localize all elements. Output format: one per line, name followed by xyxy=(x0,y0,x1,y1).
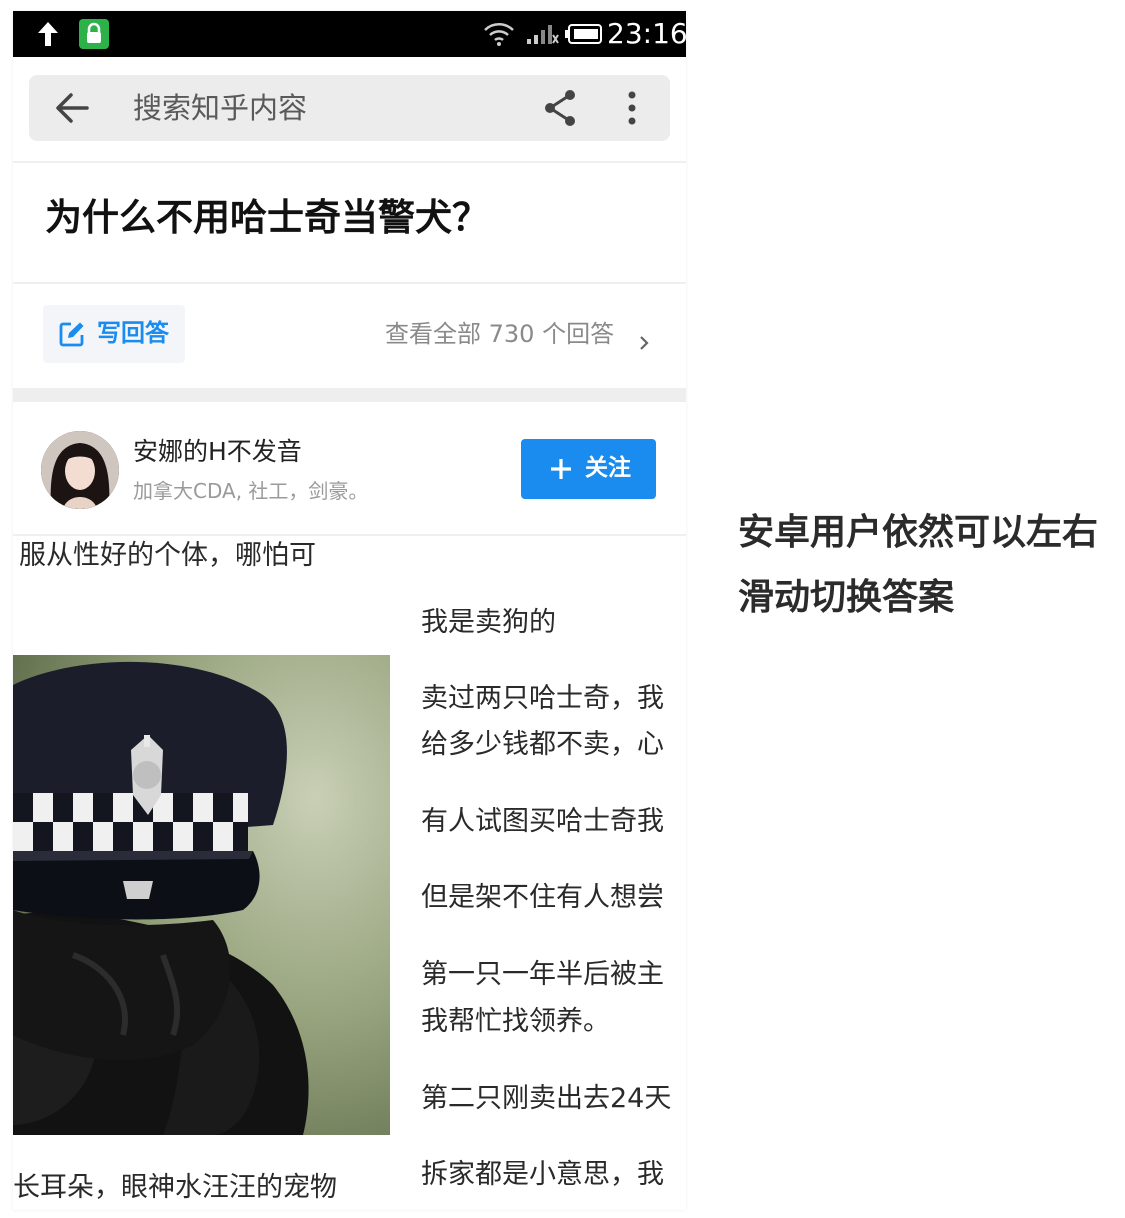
divider xyxy=(13,161,686,163)
write-answer-label: 写回答 xyxy=(97,319,169,347)
answer-text-line: 长耳朵，眼神水汪汪的宠物 xyxy=(13,1172,337,1203)
author-bio: 加拿大CDA, 社工，剑豪。 xyxy=(133,479,369,503)
answer-text-line: 服从性好的个体，哪怕可 xyxy=(19,540,316,571)
divider xyxy=(13,282,686,284)
back-arrow-icon[interactable] xyxy=(55,92,89,128)
status-bar: 23:16 xyxy=(13,11,686,57)
section-separator xyxy=(13,388,686,402)
wifi-icon xyxy=(483,22,515,50)
answer-text-line: 第一只一年半后被主 xyxy=(421,959,664,990)
police-dog-photo xyxy=(13,655,390,1135)
battery-icon xyxy=(565,24,603,48)
answer-text-line: 有人试图买哈士奇我 xyxy=(421,806,664,837)
answer-text-line: 卖过两只哈士奇，我 xyxy=(421,683,664,714)
caption-line: 滑动切换答案 xyxy=(738,577,955,618)
caption-line: 安卓用户依然可以左右 xyxy=(738,512,1099,553)
divider xyxy=(13,534,686,536)
answer-text-line: 我帮忙找领养。 xyxy=(421,1006,610,1037)
signal-icon xyxy=(527,23,559,49)
more-vertical-icon[interactable] xyxy=(627,91,637,129)
phone-screen: 23:16 搜索知乎内容 为什么不用哈士奇当警犬？ 写回答 查看全部 730 个… xyxy=(13,11,686,1210)
follow-button[interactable]: 关注 xyxy=(521,439,656,499)
status-time: 23:16 xyxy=(607,17,686,50)
follow-label: 关注 xyxy=(585,455,631,481)
answer-text-line: 但是架不住有人想尝 xyxy=(421,882,664,913)
plus-icon xyxy=(549,457,573,485)
search-bar[interactable]: 搜索知乎内容 xyxy=(29,75,670,141)
write-answer-button[interactable]: 写回答 xyxy=(43,305,185,363)
search-input[interactable]: 搜索知乎内容 xyxy=(133,88,307,128)
answer-text-line: 我是卖狗的 xyxy=(421,607,556,638)
edit-icon xyxy=(59,321,85,351)
question-title[interactable]: 为什么不用哈士奇当警犬？ xyxy=(45,195,489,241)
lock-notification-icon xyxy=(79,19,109,53)
chevron-right-icon xyxy=(639,326,649,360)
view-all-answers-link[interactable]: 查看全部 730 个回答 xyxy=(385,317,649,351)
answer-text-line: 给多少钱都不卖，心 xyxy=(421,729,664,760)
avatar[interactable] xyxy=(41,431,119,509)
upload-arrow-icon xyxy=(37,21,59,51)
view-all-label: 查看全部 730 个回答 xyxy=(385,320,615,348)
author-name[interactable]: 安娜的H不发音 xyxy=(133,435,302,469)
answer-text-line: 拆家都是小意思，我 xyxy=(421,1159,664,1190)
share-icon[interactable] xyxy=(543,89,577,131)
answer-text-line: 第二只刚卖出去24天 xyxy=(421,1083,672,1114)
